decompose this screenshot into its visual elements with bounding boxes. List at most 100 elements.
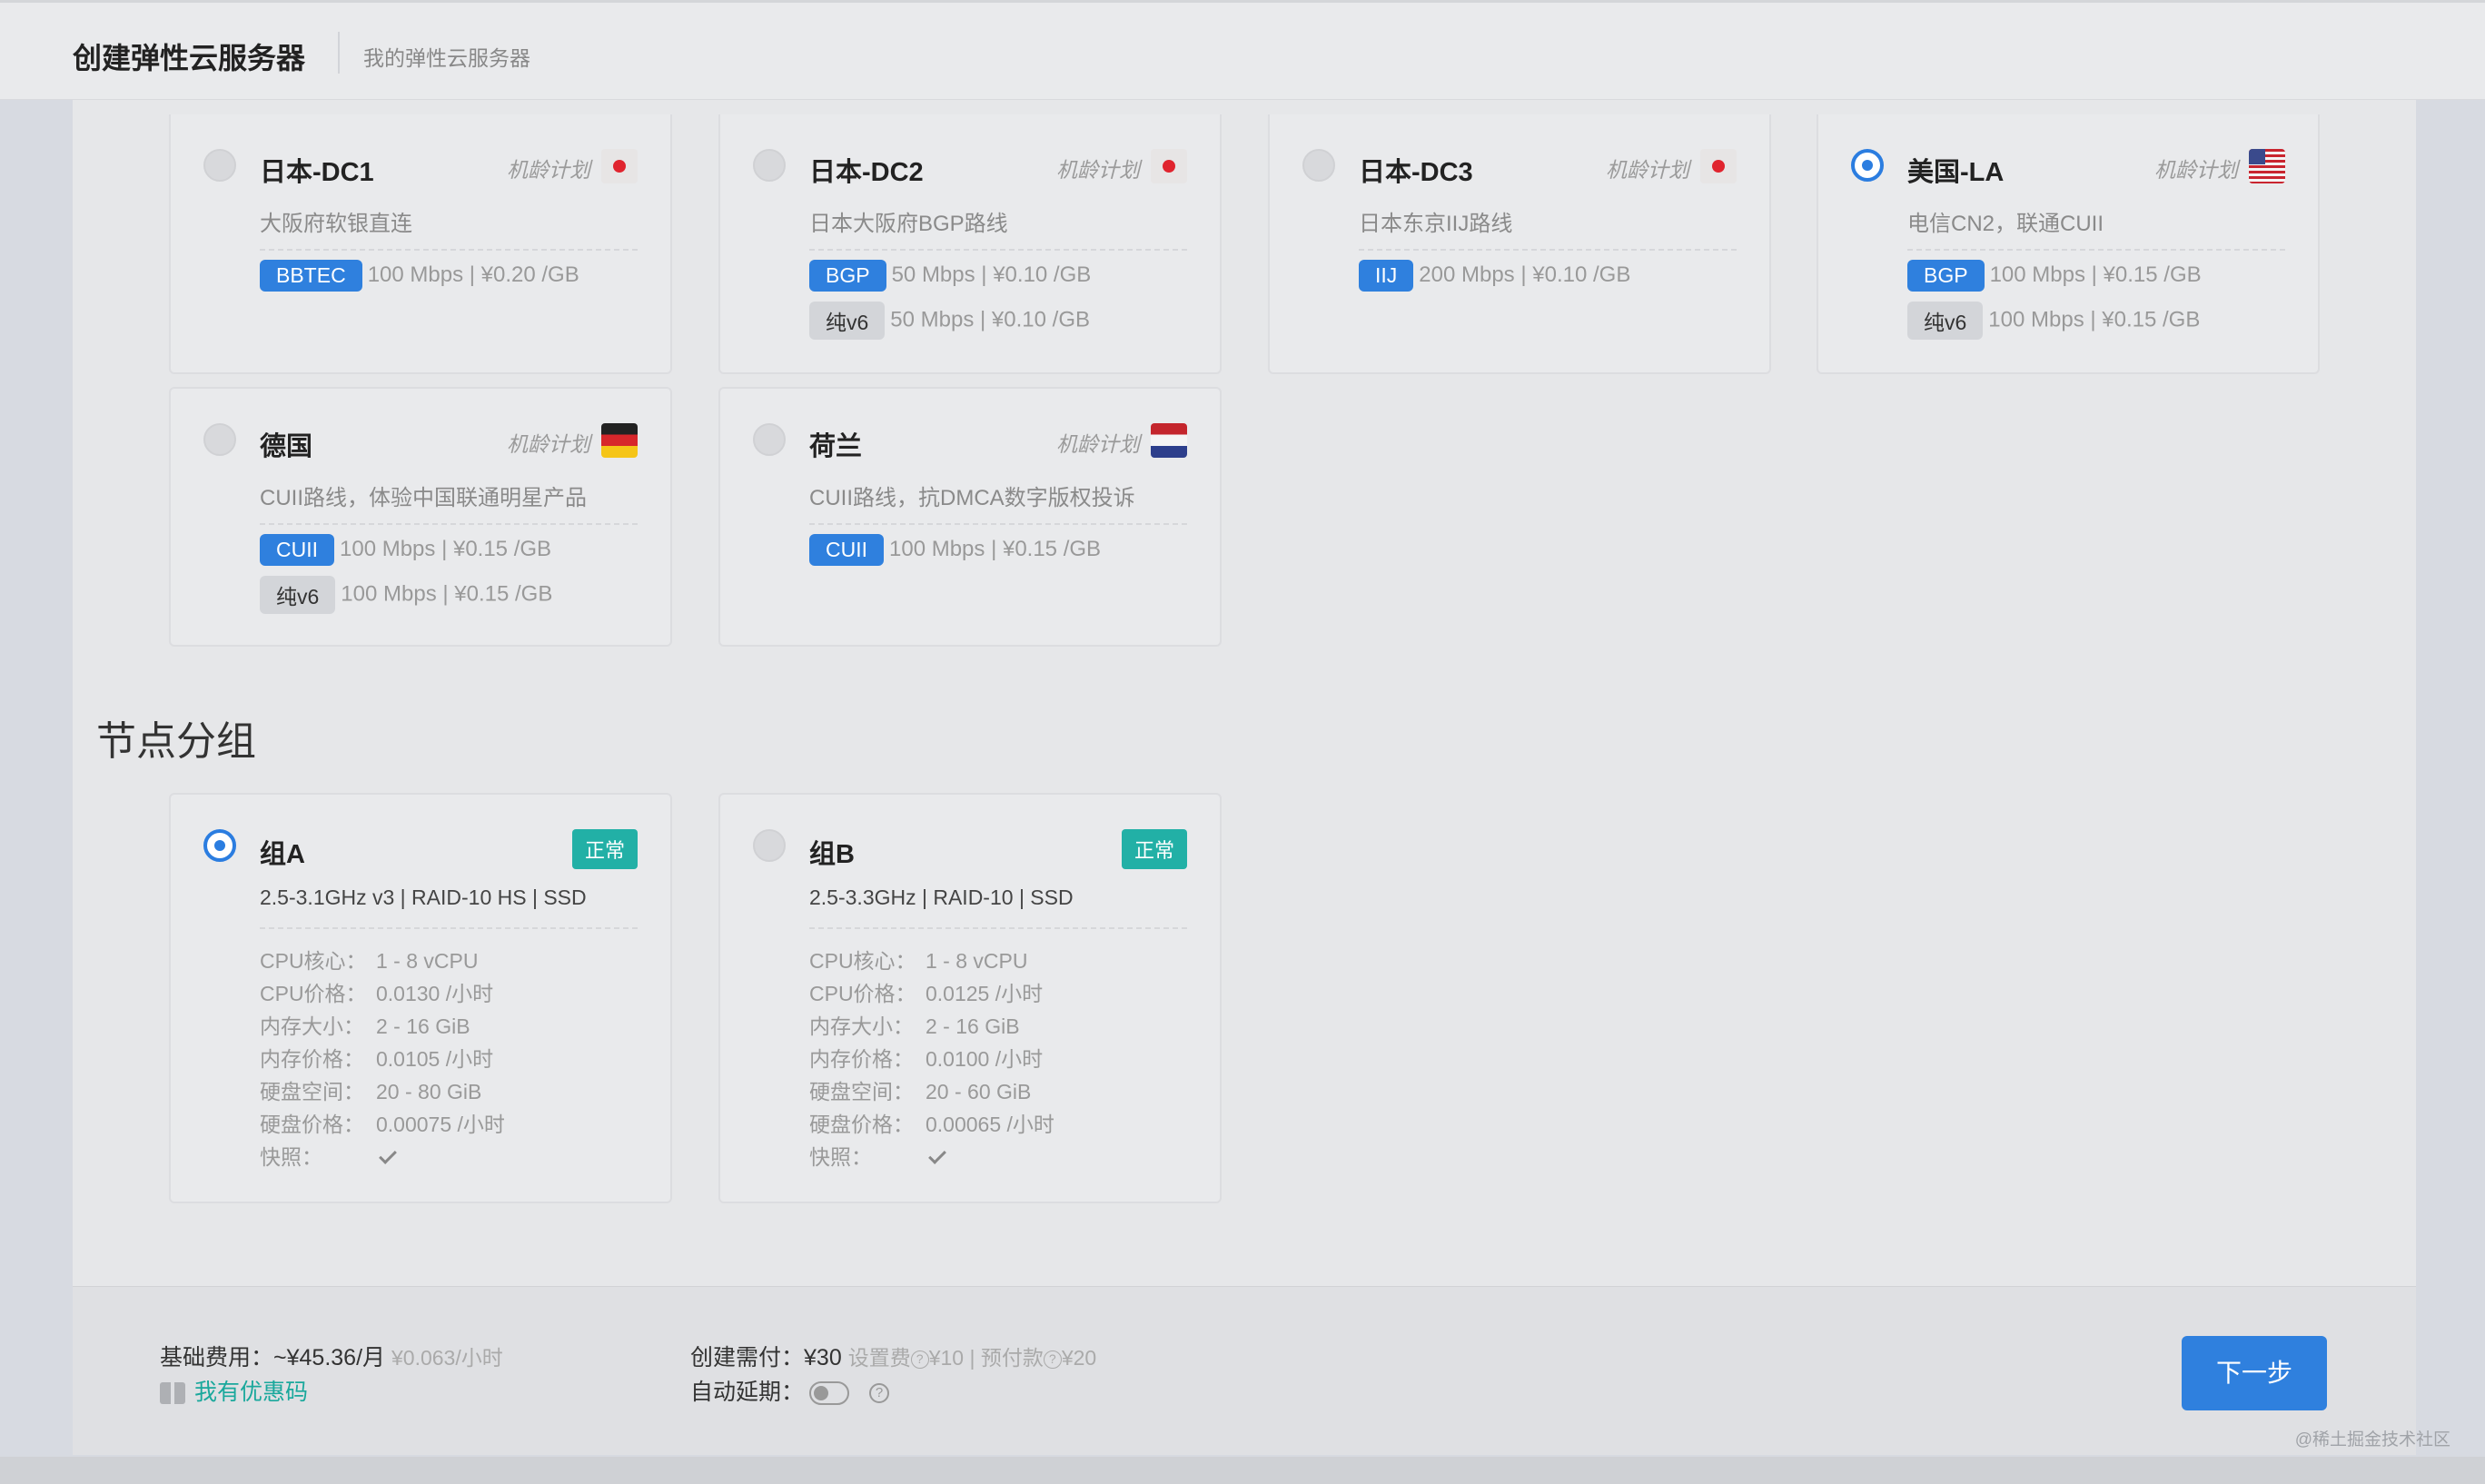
group-spec: 2.5-3.3GHz | RAID-10 | SSD	[809, 885, 1074, 909]
gift-icon	[160, 1382, 185, 1405]
help-icon[interactable]: ?	[1043, 1350, 1062, 1369]
age-plan-label: 机龄计划	[1606, 158, 1689, 182]
status-badge: 正常	[1121, 829, 1187, 869]
line-tag: IIJ	[1359, 260, 1414, 292]
spec-row: 快照：	[260, 1140, 397, 1171]
next-step-button[interactable]: 下一步	[2182, 1336, 2327, 1410]
region-name: 日本-DC1	[260, 158, 374, 187]
netherlands-flag-icon	[1151, 423, 1187, 458]
region-name: 日本-DC2	[809, 158, 924, 187]
line-info: 100 Mbps | ¥0.15 /GB	[340, 536, 552, 561]
divider	[809, 523, 1187, 525]
line-tag: CUII	[809, 534, 884, 566]
group-name: 组B	[809, 840, 855, 869]
auto-renew-toggle[interactable]	[809, 1381, 850, 1406]
title-divider	[338, 32, 340, 74]
region-card-jp-dc3[interactable]: 日本-DC3 机龄计划 日本东京IIJ路线 IIJ 200 Mbps | ¥0.1…	[1268, 114, 1771, 374]
line-info: 100 Mbps | ¥0.20 /GB	[367, 262, 579, 287]
region-description: 电信CN2，联通CUII	[1907, 212, 2104, 236]
coupon-link[interactable]: 我有优惠码	[160, 1374, 308, 1407]
spec-row: 硬盘价格： 0.00065 /小时	[809, 1113, 1054, 1136]
line-item: BGP 100 Mbps | ¥0.15 /GB	[1907, 260, 2202, 292]
region-description: 日本东京IIJ路线	[1359, 212, 1513, 236]
region-name: 日本-DC3	[1359, 158, 1473, 187]
divider	[260, 249, 638, 251]
node-group-card-a[interactable]: 组A 正常 2.5-3.1GHz v3 | RAID-10 HS | SSD C…	[169, 793, 672, 1203]
top-bar: 创建弹性云服务器 我的弹性云服务器	[0, 0, 2485, 100]
line-item: CUII 100 Mbps | ¥0.15 /GB	[809, 534, 1101, 566]
watermark: @稀土掘金技术社区	[2294, 1430, 2450, 1449]
divider	[260, 523, 638, 525]
region-radio[interactable]	[203, 149, 236, 182]
usa-flag-icon	[2249, 149, 2285, 183]
spec-row: CPU核心： 1 - 8 vCPU	[809, 949, 1028, 973]
region-description: 大阪府软银直连	[260, 212, 412, 236]
line-item: IIJ 200 Mbps | ¥0.10 /GB	[1359, 260, 1630, 292]
line-item: BBTEC 100 Mbps | ¥0.20 /GB	[260, 260, 579, 292]
divider	[260, 927, 638, 929]
region-radio[interactable]	[1302, 149, 1335, 182]
line-item: 纯v6 100 Mbps | ¥0.15 /GB	[260, 576, 552, 614]
divider	[809, 249, 1187, 251]
age-plan-label: 机龄计划	[507, 432, 590, 456]
node-group-title: 节点分组	[96, 719, 256, 764]
region-description: CUII路线，抗DMCA数字版权投诉	[809, 486, 1135, 510]
region-radio[interactable]	[753, 149, 786, 182]
age-plan-label: 机龄计划	[2154, 158, 2238, 182]
base-fee-hourly: ¥0.063/小时	[391, 1346, 503, 1370]
line-info: 50 Mbps | ¥0.10 /GB	[890, 307, 1090, 332]
help-icon[interactable]: ?	[869, 1383, 890, 1404]
line-tag: 纯v6	[260, 576, 336, 614]
order-summary-bar: 基础费用：~¥45.36/月 ¥0.063/小时 我有优惠码 创建需付：¥30 …	[73, 1286, 2416, 1455]
line-item: CUII 100 Mbps | ¥0.15 /GB	[260, 534, 551, 566]
line-tag: BBTEC	[260, 260, 362, 292]
page-title: 创建弹性云服务器	[73, 42, 306, 74]
spec-row: CPU价格： 0.0125 /小时	[809, 982, 1044, 1005]
payment-due: 创建需付：¥30 设置费? ¥10 | 预付款? ¥20	[690, 1345, 1097, 1370]
line-item: 纯v6 100 Mbps | ¥0.15 /GB	[1907, 302, 2200, 340]
my-servers-link[interactable]: 我的弹性云服务器	[363, 41, 530, 72]
line-tag: BGP	[1907, 260, 1985, 292]
region-description: CUII路线，体验中国联通明星产品	[260, 486, 587, 510]
spec-row: CPU核心： 1 - 8 vCPU	[260, 949, 479, 973]
line-info: 50 Mbps | ¥0.10 /GB	[891, 262, 1092, 287]
region-description: 日本大阪府BGP路线	[809, 212, 1008, 236]
spec-row: 硬盘价格： 0.00075 /小时	[260, 1113, 505, 1136]
line-info: 100 Mbps | ¥0.15 /GB	[1988, 307, 2201, 332]
group-name: 组A	[260, 840, 305, 869]
spec-row: 硬盘空间： 20 - 60 GiB	[809, 1080, 1032, 1103]
status-badge: 正常	[571, 829, 638, 869]
help-icon[interactable]: ?	[910, 1350, 929, 1369]
germany-flag-icon	[601, 423, 638, 458]
base-fee: 基础费用：~¥45.36/月 ¥0.063/小时	[160, 1345, 503, 1370]
line-tag: CUII	[260, 534, 334, 566]
line-info: 200 Mbps | ¥0.10 /GB	[1419, 262, 1631, 287]
line-tag: 纯v6	[809, 302, 886, 340]
node-group-card-b[interactable]: 组B 正常 2.5-3.3GHz | RAID-10 | SSD CPU核心： 1…	[718, 793, 1222, 1203]
auto-renew: 自动延期：?	[690, 1374, 890, 1407]
line-info: 100 Mbps | ¥0.15 /GB	[889, 536, 1102, 561]
checkmark-icon	[928, 1146, 946, 1164]
region-card-jp-dc1[interactable]: 日本-DC1 机龄计划 大阪府软银直连 BBTEC 100 Mbps | ¥0.2…	[169, 114, 672, 374]
line-tag: 纯v6	[1907, 302, 1984, 340]
divider	[1907, 249, 2285, 251]
region-card-netherlands[interactable]: 荷兰 机龄计划 CUII路线，抗DMCA数字版权投诉 CUII 100 Mbps …	[718, 387, 1222, 647]
spec-row: 快照：	[809, 1140, 946, 1171]
line-item: 纯v6 50 Mbps | ¥0.10 /GB	[809, 302, 1090, 340]
line-info: 100 Mbps | ¥0.15 /GB	[341, 581, 553, 607]
base-fee-value: ~¥45.36/月	[273, 1345, 386, 1370]
region-radio[interactable]	[203, 423, 236, 456]
region-card-germany[interactable]: 德国 机龄计划 CUII路线，体验中国联通明星产品 CUII 100 Mbps |…	[169, 387, 672, 647]
age-plan-label: 机龄计划	[507, 158, 590, 182]
age-plan-label: 机龄计划	[1056, 158, 1140, 182]
group-radio-selected[interactable]	[203, 829, 236, 862]
region-card-us-la[interactable]: 美国-LA 机龄计划 电信CN2，联通CUII BGP 100 Mbps | ¥0…	[1817, 114, 2320, 374]
checkmark-icon	[379, 1146, 397, 1164]
group-radio[interactable]	[753, 829, 786, 862]
region-name: 美国-LA	[1907, 158, 2005, 187]
region-card-jp-dc2[interactable]: 日本-DC2 机龄计划 日本大阪府BGP路线 BGP 50 Mbps | ¥0.1…	[718, 114, 1222, 374]
region-name: 德国	[260, 432, 313, 461]
region-radio-selected[interactable]	[1851, 149, 1884, 182]
region-radio[interactable]	[753, 423, 786, 456]
region-name: 荷兰	[809, 432, 863, 461]
